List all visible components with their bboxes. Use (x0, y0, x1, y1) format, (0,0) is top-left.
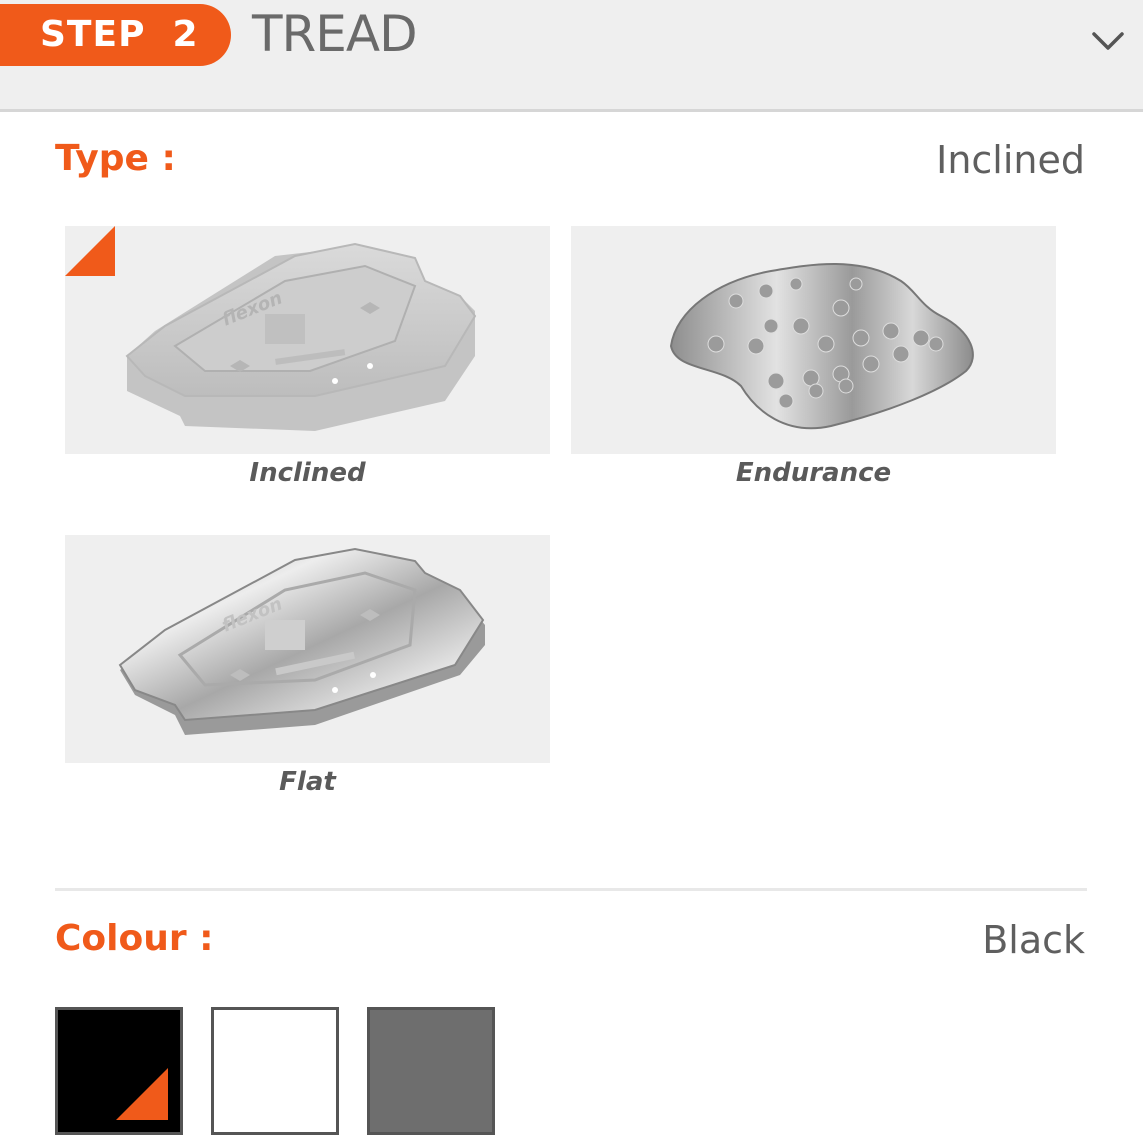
step-header[interactable]: STEP 2 TREAD (0, 0, 1143, 112)
colour-selected-value: Black (982, 918, 1085, 962)
step-title: TREAD (252, 5, 418, 63)
tread-option-label: Inclined (249, 458, 366, 488)
endurance-tread-image (669, 263, 974, 430)
flat-tread-image: flexon (118, 547, 485, 735)
colour-swatch-gray[interactable] (367, 1007, 495, 1135)
chevron-down-icon[interactable] (1090, 26, 1126, 54)
tread-option-inclined[interactable]: flexon (65, 226, 550, 454)
section-divider (55, 888, 1087, 891)
tread-option-label: Endurance (735, 458, 892, 488)
inclined-tread-image: flexon (125, 242, 477, 431)
colour-swatch-white[interactable] (211, 1007, 339, 1135)
type-selected-value: Inclined (936, 138, 1085, 182)
tread-option-endurance[interactable] (571, 226, 1056, 454)
colour-label: Colour : (55, 918, 214, 959)
selected-corner-icon (116, 1068, 168, 1120)
step-badge: STEP 2 (0, 4, 231, 66)
selected-corner-icon (65, 226, 115, 276)
tread-option-flat[interactable]: flexon (65, 535, 550, 763)
colour-swatch-black[interactable] (55, 1007, 183, 1135)
type-label: Type : (55, 138, 176, 179)
tread-option-label: Flat (279, 767, 336, 797)
